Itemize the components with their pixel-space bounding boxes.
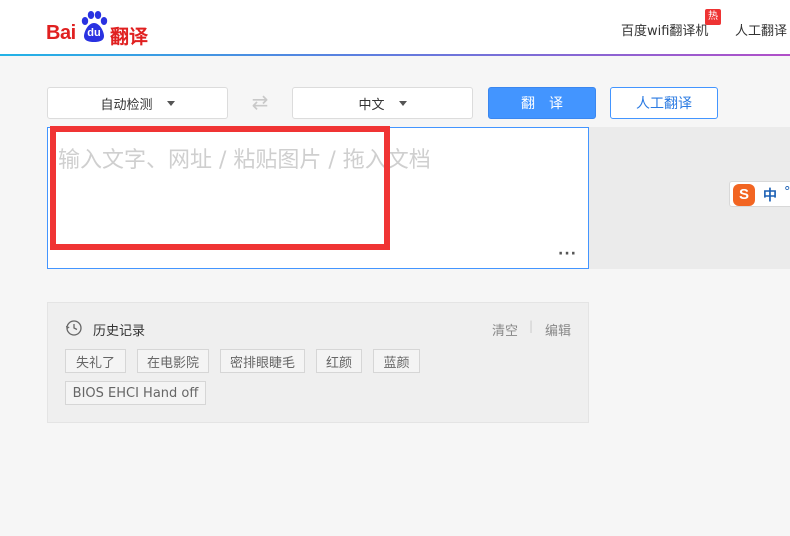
history-item[interactable]: 在电影院 [137, 349, 209, 373]
history-item[interactable]: 失礼了 [65, 349, 126, 373]
translate-button[interactable]: 翻译 [488, 87, 596, 119]
history-item[interactable]: 蓝颜 [373, 349, 420, 373]
logo-du-text: du [87, 27, 101, 39]
red-highlight-annotation [50, 126, 390, 250]
sogou-ime-toolbar[interactable]: S 中 ° [729, 181, 790, 207]
baidu-fanyi-logo[interactable]: Bai du 翻译 [46, 8, 156, 48]
target-language-select[interactable]: 中文 [292, 87, 473, 119]
target-language-label: 中文 [358, 97, 385, 113]
ime-punctuation-mode[interactable]: ° [784, 185, 790, 200]
chevron-down-icon [166, 100, 175, 106]
hot-badge: 热 [705, 9, 721, 25]
logo-fanyi-text: 翻译 [110, 26, 149, 48]
nav-human-translation-link[interactable]: 人工翻译 [735, 20, 787, 39]
nav-wifi-translator-link[interactable]: 百度wifi翻译机 [621, 20, 708, 39]
more-options-icon[interactable]: ··· [558, 246, 577, 262]
history-title: 历史记录 [93, 324, 146, 339]
history-edit-button[interactable]: 编辑 [545, 320, 571, 339]
chevron-down-icon [398, 100, 407, 106]
history-item[interactable]: 密排眼睫毛 [220, 349, 305, 373]
history-item[interactable]: 红颜 [316, 349, 362, 373]
ime-chinese-mode[interactable]: 中 [763, 185, 777, 205]
history-clear-button[interactable]: 清空 [492, 320, 518, 339]
human-translation-button[interactable]: 人工翻译 [610, 87, 718, 119]
history-panel: 历史记录 清空 | 编辑 失礼了 在电影院 密排眼睫毛 红颜 蓝颜 BIOS E… [47, 302, 589, 423]
history-separator: | [529, 319, 534, 333]
top-header: Bai du 翻译 百度wifi翻译机 热 人工翻译 [0, 0, 790, 55]
clock-history-icon [65, 320, 82, 336]
source-language-select[interactable]: 自动检测 [47, 87, 228, 119]
logo-bai-text: Bai [46, 22, 76, 44]
header-accent-line [0, 54, 790, 56]
history-item[interactable]: BIOS EHCI Hand off [65, 381, 206, 405]
swap-languages-icon[interactable]: ⇄ [247, 91, 273, 113]
source-language-label: 自动检测 [100, 97, 153, 113]
sogou-s-icon: S [733, 184, 755, 206]
